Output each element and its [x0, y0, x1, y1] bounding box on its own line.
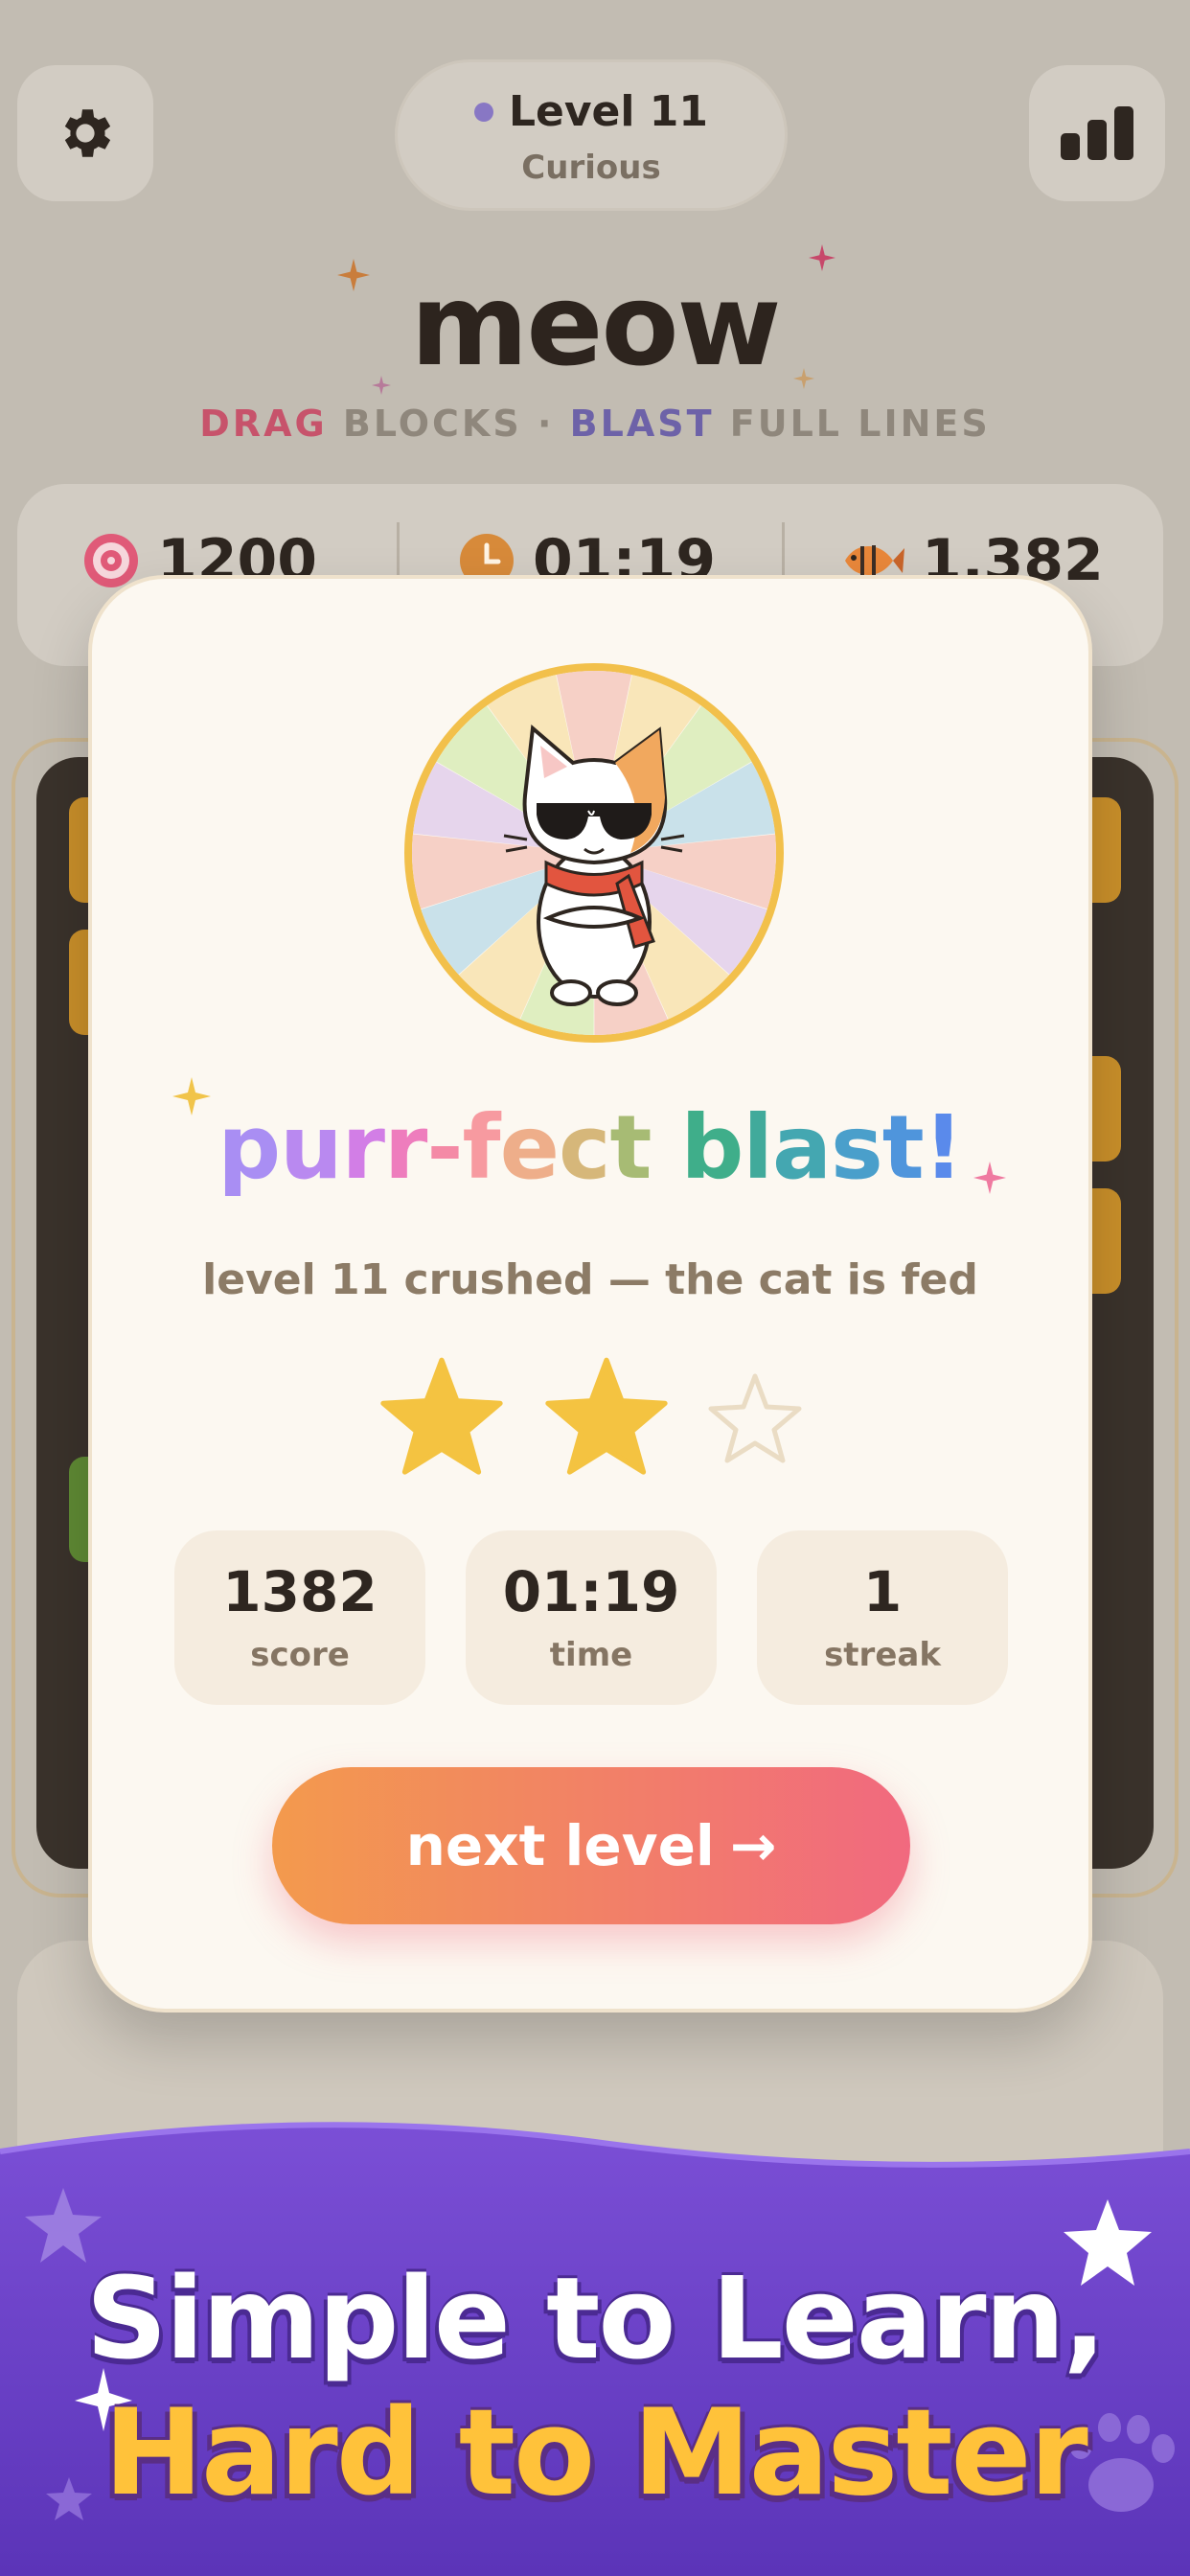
target-icon	[84, 534, 138, 587]
game-subtitle: DRAG BLOCKS · BLAST FULL LINES	[0, 402, 1190, 445]
time-card-value: 01:19	[502, 1559, 680, 1624]
headline-letter: b	[680, 1096, 744, 1199]
star-filled-icon	[380, 1357, 503, 1475]
cat-illustration	[412, 671, 776, 1035]
score-label: score	[250, 1636, 350, 1674]
streak-label: streak	[824, 1636, 941, 1674]
cat-avatar	[404, 663, 784, 1043]
bar-chart-icon	[1061, 106, 1133, 160]
score-value: 1382	[222, 1559, 378, 1624]
subtitle-blast: BLAST	[569, 402, 715, 445]
promo-line-1: Simple to Learn,	[85, 2252, 1107, 2384]
next-level-button[interactable]: next level →	[272, 1767, 910, 1924]
level-title: Level 11	[508, 87, 709, 136]
level-rank: Curious	[521, 149, 661, 187]
promo-line-2: Hard to Master	[103, 2384, 1088, 2522]
headline-letter: t	[609, 1096, 652, 1199]
subtitle-blocks: BLOCKS	[342, 402, 522, 445]
score-card: 1382 score	[174, 1530, 425, 1705]
headline: purr-fect blast!	[92, 1096, 1088, 1199]
arrow-right-icon: →	[729, 1813, 777, 1878]
headline-letter: a	[771, 1096, 832, 1199]
gear-icon	[64, 109, 111, 157]
headline-letter: f	[462, 1096, 501, 1199]
subtitle-drag: DRAG	[199, 402, 328, 445]
subtitle-separator: ·	[537, 402, 555, 445]
level-complete-dialog: purr-fect blast! level 11 crushed — the …	[88, 575, 1092, 2012]
level-dot	[473, 102, 493, 122]
headline-letter: s	[831, 1096, 883, 1199]
headline-letter: p	[217, 1096, 281, 1199]
leaderboard-button[interactable]	[1029, 65, 1165, 201]
headline-letter: e	[499, 1096, 560, 1199]
level-indicator: Level 11 Curious	[395, 59, 788, 211]
headline-letter: -	[426, 1096, 463, 1199]
headline-letter: l	[743, 1096, 773, 1199]
headline-letter	[652, 1096, 681, 1199]
streak-value: 1	[862, 1559, 903, 1624]
time-card-label: time	[549, 1636, 633, 1674]
headline-letter: t	[881, 1096, 925, 1199]
headline-letter: r	[383, 1096, 427, 1199]
star-rating	[92, 1355, 1088, 1476]
headline-letter: u	[280, 1096, 342, 1199]
game-title: meow	[410, 259, 781, 391]
star-empty-icon	[708, 1373, 802, 1463]
headline-letter: !	[923, 1096, 964, 1199]
streak-card: 1 streak	[757, 1530, 1008, 1705]
headline-letter: r	[341, 1096, 385, 1199]
settings-button[interactable]	[17, 65, 153, 201]
tagline: level 11 crushed — the cat is fed	[202, 1255, 978, 1304]
headline-letter: c	[558, 1096, 611, 1199]
subtitle-full-lines: FULL LINES	[729, 402, 991, 445]
next-level-label: next level	[405, 1813, 715, 1878]
time-card: 01:19 time	[466, 1530, 717, 1705]
star-filled-icon	[545, 1357, 668, 1475]
